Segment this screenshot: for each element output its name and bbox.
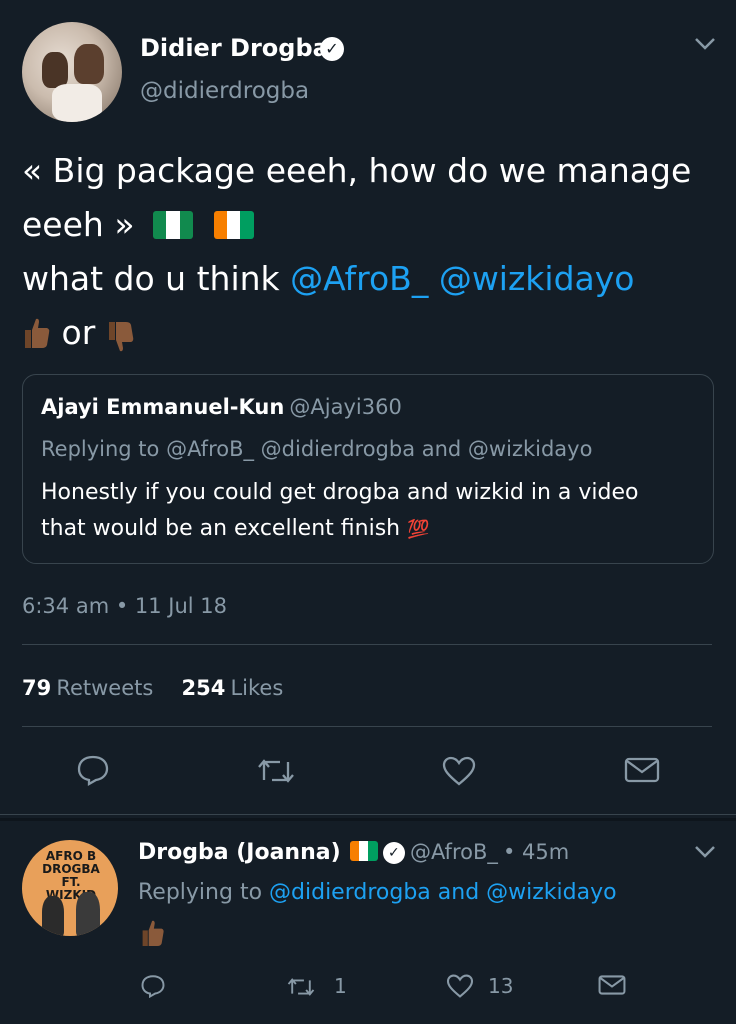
verified-badge-icon: ✓	[382, 842, 405, 864]
reply-author-avatar[interactable]: AFRO B DROGBA FT. WIZKID	[22, 840, 118, 936]
reply-like-count[interactable]: 13	[488, 974, 513, 998]
reply-icon[interactable]	[76, 754, 110, 790]
ivory-coast-flag-icon	[213, 211, 254, 239]
reply-retweet-count[interactable]: 1	[334, 974, 347, 998]
tweet-stats: 79 Retweets 254 Likes	[22, 676, 283, 700]
tweet-text-line: or	[22, 306, 722, 362]
tweet-text-part: or	[61, 313, 96, 352]
heart-icon[interactable]	[442, 756, 476, 790]
quoted-text: Honestly if you could get drogba and wiz…	[41, 475, 701, 548]
avatar-figure	[42, 52, 68, 88]
author-avatar[interactable]	[22, 22, 122, 122]
mention-link[interactable]: @wizkidayo	[439, 259, 635, 298]
divider	[22, 726, 712, 727]
avatar-figure	[42, 896, 64, 936]
nigeria-flag-icon	[153, 211, 193, 239]
thumbs-up-emoji	[22, 317, 62, 352]
tweet-text-part: eeeh »	[22, 205, 135, 244]
quoted-author-handle: @Ajayi360	[289, 395, 402, 419]
replying-to-label: Replying to	[138, 880, 270, 905]
chevron-down-icon[interactable]	[694, 840, 716, 865]
retweet-count[interactable]: 79	[22, 676, 51, 700]
quoted-tweet[interactable]: Ajayi Emmanuel-Kun @Ajayi360 Replying to…	[22, 374, 714, 564]
avatar-figure	[76, 892, 100, 936]
avatar-figure	[74, 44, 104, 84]
mention-link[interactable]: @AfroB_	[290, 259, 428, 298]
thumbs-up-emoji	[140, 918, 166, 952]
chevron-down-icon[interactable]	[694, 32, 716, 57]
reply-header: Drogba (Joanna) ✓ @AfroB_ • 45m	[138, 840, 569, 865]
tweet-text-part: what do u think	[22, 259, 291, 298]
author-name[interactable]: Didier Drogba	[140, 34, 329, 62]
divider	[0, 814, 736, 815]
retweet-label[interactable]: Retweets	[56, 676, 153, 700]
envelope-icon[interactable]	[598, 974, 626, 1000]
like-label[interactable]: Likes	[230, 676, 283, 700]
reply-author-name[interactable]: Drogba (Joanna)	[138, 840, 341, 865]
quoted-text-line: that would be an excellent finish 💯	[41, 511, 701, 548]
like-count[interactable]: 254	[182, 676, 226, 700]
quoted-author-name: Ajayi Emmanuel-Kun	[41, 395, 285, 419]
envelope-icon[interactable]	[624, 756, 660, 788]
thumbs-down-emoji	[106, 317, 136, 352]
ivory-coast-flag-icon	[349, 841, 378, 861]
retweet-icon[interactable]	[256, 756, 296, 790]
author-handle[interactable]: @didierdrogba	[140, 78, 309, 104]
tweet-text-line: what do u think @AfroB_ @wizkidayo	[22, 252, 722, 306]
heart-icon[interactable]	[446, 974, 474, 1002]
tweet-text-part: « Big package eeeh, how do we manage	[22, 151, 692, 190]
tweet-text-line: « Big package eeeh, how do we manage	[22, 144, 722, 198]
quoted-author: Ajayi Emmanuel-Kun @Ajayi360	[41, 395, 402, 419]
divider	[0, 818, 736, 821]
tweet-text-line: eeeh »	[22, 198, 722, 252]
reply-time[interactable]: • 45m	[503, 840, 569, 864]
hundred-emoji: 💯	[407, 519, 430, 540]
retweet-icon[interactable]	[286, 976, 316, 1002]
quoted-text-line: Honestly if you could get drogba and wiz…	[41, 480, 639, 505]
avatar-figure	[52, 84, 102, 122]
quoted-replying-to: Replying to @AfroB_ @didierdrogba and @w…	[41, 437, 593, 461]
mention-link[interactable]: @didierdrogba and @wizkidayo	[269, 880, 617, 905]
tweet-text: « Big package eeeh, how do we manage eee…	[22, 144, 722, 362]
reply-author-handle[interactable]: @AfroB_	[410, 840, 498, 864]
tweet-timestamp[interactable]: 6:34 am • 11 Jul 18	[22, 594, 227, 618]
reply-replying-to: Replying to @didierdrogba and @wizkidayo	[138, 880, 617, 905]
quoted-text-part: that would be an excellent finish	[41, 516, 401, 541]
verified-badge-icon: ✓	[320, 37, 344, 61]
reply-icon[interactable]	[140, 974, 166, 1002]
divider	[22, 644, 712, 645]
